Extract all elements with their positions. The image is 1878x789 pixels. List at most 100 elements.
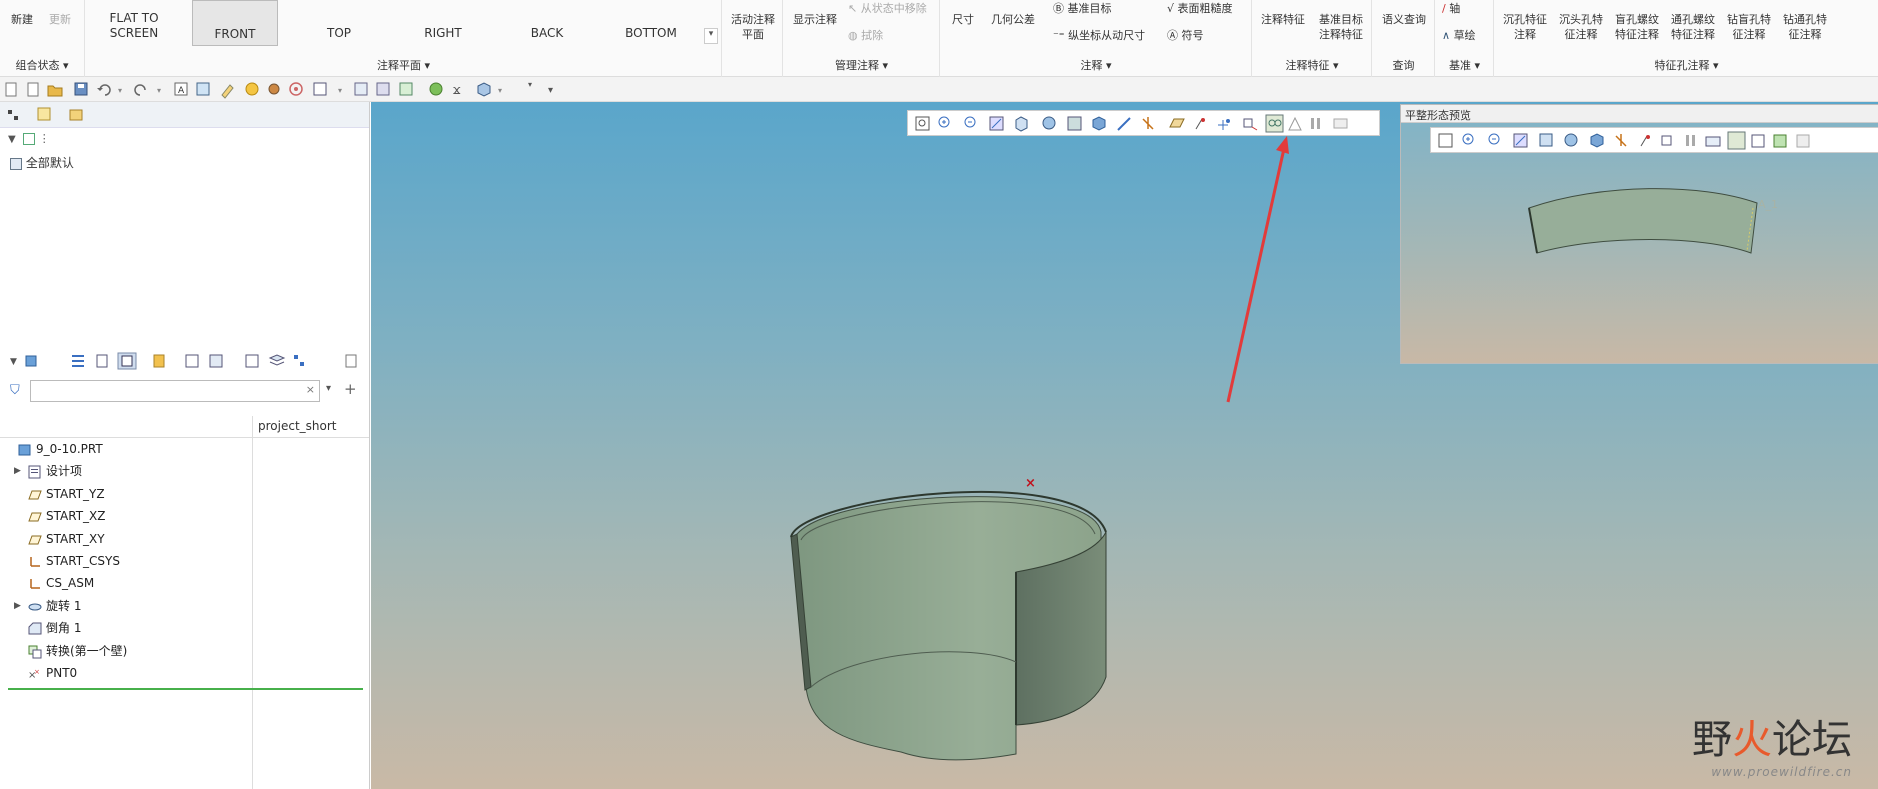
column-divider[interactable]	[252, 416, 253, 789]
tree-layers-icon[interactable]	[268, 354, 286, 366]
tree-item[interactable]: START_CSYS	[0, 550, 252, 572]
sheet-icon[interactable]	[399, 82, 413, 96]
favorites-tab-icon[interactable]	[69, 109, 83, 121]
view-right-button[interactable]: RIGHT	[400, 0, 486, 46]
update-button[interactable]: 更新	[44, 12, 76, 27]
cube-dropdown-icon[interactable]: ▾	[498, 86, 502, 95]
semantic-query-button[interactable]: 语义查询	[1376, 12, 1432, 27]
annotation-feature-dropdown[interactable]: 注释特征 ▾	[1253, 57, 1371, 73]
dimension-button[interactable]: 尺寸	[943, 12, 983, 27]
erase-button[interactable]: ◍ 拭除	[848, 28, 883, 43]
new-doc-icon[interactable]	[27, 82, 39, 97]
appearance-icon[interactable]	[268, 83, 280, 95]
tree-tab-icon[interactable]	[8, 110, 18, 120]
undo-dropdown-icon[interactable]: ▾	[118, 86, 122, 95]
new-file-icon[interactable]	[5, 82, 17, 97]
datum-target-button[interactable]: Ⓑ 基准目标	[1053, 1, 1112, 16]
hole-feature-button-4[interactable]: 通孔螺纹 特征注释	[1665, 12, 1721, 42]
tree-item[interactable]: × × PNT0	[0, 662, 252, 684]
tree-options-icon[interactable]	[345, 354, 357, 368]
flat-pattern-preview-window[interactable]: 平整形态预览 A_1	[1400, 104, 1878, 364]
column-header-project-short[interactable]: project_short	[258, 419, 337, 433]
view-gallery-more-button[interactable]: ▾	[704, 28, 718, 44]
close-window-icon[interactable]: ϫ	[453, 83, 461, 97]
params-icon[interactable]	[376, 82, 390, 96]
annotation-dropdown[interactable]: 注释 ▾	[941, 57, 1251, 73]
layer-tab-icon[interactable]	[37, 107, 51, 121]
combo-state-dropdown[interactable]: 组合状态 ▾	[0, 57, 84, 73]
model-cube-icon[interactable]	[25, 355, 37, 367]
tree-collapse-icon[interactable]: ▼	[10, 357, 17, 367]
tree-hierarchy-icon[interactable]	[294, 355, 304, 366]
expand-arrow-icon[interactable]: ▼	[8, 134, 16, 145]
axis-button[interactable]: / 轴	[1442, 1, 1460, 16]
sphere-icon[interactable]	[429, 82, 443, 96]
new-button[interactable]: 新建	[6, 12, 38, 27]
annotation-plane-dropdown[interactable]: 注释平面 ▾	[86, 57, 721, 73]
datum-dropdown[interactable]: 基准 ▾	[1436, 57, 1493, 73]
redo-icon[interactable]	[134, 84, 146, 96]
tree-item[interactable]: START_XZ	[0, 505, 252, 527]
window-dropdown-icon[interactable]: ▾	[338, 86, 342, 95]
expand-arrow-icon[interactable]: ▶	[14, 460, 21, 482]
layer-default-row[interactable]: 全部默认	[10, 154, 74, 174]
view-top-button[interactable]: TOP	[296, 0, 382, 46]
toolbar-overflow-icon[interactable]: ▾	[548, 85, 553, 96]
smiley-icon[interactable]	[245, 82, 259, 96]
datum-target-annotation-feature-button[interactable]: 基准目标 注释特征	[1313, 12, 1369, 42]
customize-toolbar-icon[interactable]: ▾	[528, 80, 532, 89]
hole-feature-button-6[interactable]: 钻通孔特 征注释	[1777, 12, 1833, 42]
tree-detail-icon[interactable]	[96, 354, 108, 368]
regenerate-icon[interactable]	[196, 82, 210, 96]
tree-columns-icon[interactable]	[117, 352, 137, 370]
filter-icon[interactable]: ⛉	[10, 383, 20, 398]
flat-to-screen-button[interactable]: FLAT TO SCREEN	[92, 11, 176, 41]
hole-feature-button-2[interactable]: 沉头孔特 征注释	[1553, 12, 1609, 42]
model-tree-icon[interactable]	[354, 82, 368, 96]
tree-item[interactable]: CS_ASM	[0, 572, 252, 594]
hole-annotation-dropdown[interactable]: 特征孔注释 ▾	[1495, 57, 1878, 73]
preview-title-bar[interactable]: 平整形态预览	[1401, 105, 1878, 123]
flat-pattern-shape[interactable]	[1528, 188, 1758, 254]
tree-item[interactable]: START_YZ	[0, 483, 252, 505]
tree-filter-icon[interactable]	[185, 354, 199, 368]
tree-item[interactable]: START_XY	[0, 528, 252, 550]
manage-annotation-dropdown[interactable]: 管理注释 ▾	[784, 57, 939, 73]
sketch-button[interactable]: ∧ 草绘	[1442, 28, 1476, 43]
edit-icon[interactable]	[221, 84, 234, 99]
text-icon[interactable]: A	[174, 82, 188, 96]
redo-dropdown-icon[interactable]: ▾	[157, 86, 161, 95]
layer-state-more-icon[interactable]: ⋮	[39, 132, 50, 145]
graphics-area[interactable]: × 平整形态预览 A_1 野火论坛 www.proewildfire.cn	[371, 102, 1878, 789]
open-folder-icon[interactable]	[47, 85, 63, 97]
ordinate-dim-button[interactable]: ⁻⁼ 纵坐标从动尺寸	[1053, 28, 1145, 43]
hole-feature-button-3[interactable]: 盲孔螺纹 特征注释	[1609, 12, 1665, 42]
bookmark-icon[interactable]	[153, 354, 165, 368]
tree-search-input[interactable]: ×	[30, 380, 320, 402]
tree-item[interactable]: ▶ 旋转 1	[0, 595, 252, 617]
sheetmetal-part[interactable]: ×	[790, 476, 1107, 761]
target-icon[interactable]	[289, 82, 303, 96]
tree-list-icon[interactable]	[72, 355, 84, 367]
view-bottom-button[interactable]: BOTTOM	[608, 0, 694, 46]
tree-item[interactable]: 9_0-10.PRT	[0, 438, 252, 460]
clear-search-icon[interactable]: ×	[306, 383, 315, 396]
surface-finish-button[interactable]: √ 表面粗糙度	[1167, 1, 1233, 16]
datum-point-marker-icon[interactable]: ×	[1025, 476, 1036, 491]
undo-icon[interactable]	[97, 84, 111, 96]
tree-item[interactable]: ▶ 设计项	[0, 460, 252, 482]
search-dropdown-icon[interactable]: ▾	[326, 383, 331, 394]
save-icon[interactable]	[74, 82, 88, 96]
expand-arrow-icon[interactable]: ▶	[14, 595, 21, 617]
add-filter-icon[interactable]: +	[344, 380, 357, 398]
tree-item[interactable]: 倒角 1	[0, 617, 252, 639]
tree-item[interactable]: 转换(第一个壁)	[0, 640, 252, 662]
hole-feature-button-1[interactable]: 沉孔特征 注释	[1497, 12, 1553, 42]
view-back-button[interactable]: BACK	[504, 0, 590, 46]
window-icon[interactable]	[313, 82, 327, 96]
insert-here-line[interactable]	[8, 688, 363, 690]
tree-expand-icon[interactable]	[245, 354, 259, 368]
geometric-tolerance-button[interactable]: 几何公差	[985, 12, 1041, 27]
annotation-feature-button[interactable]: 注释特征	[1255, 12, 1311, 27]
tree-settings-icon[interactable]	[209, 354, 223, 368]
